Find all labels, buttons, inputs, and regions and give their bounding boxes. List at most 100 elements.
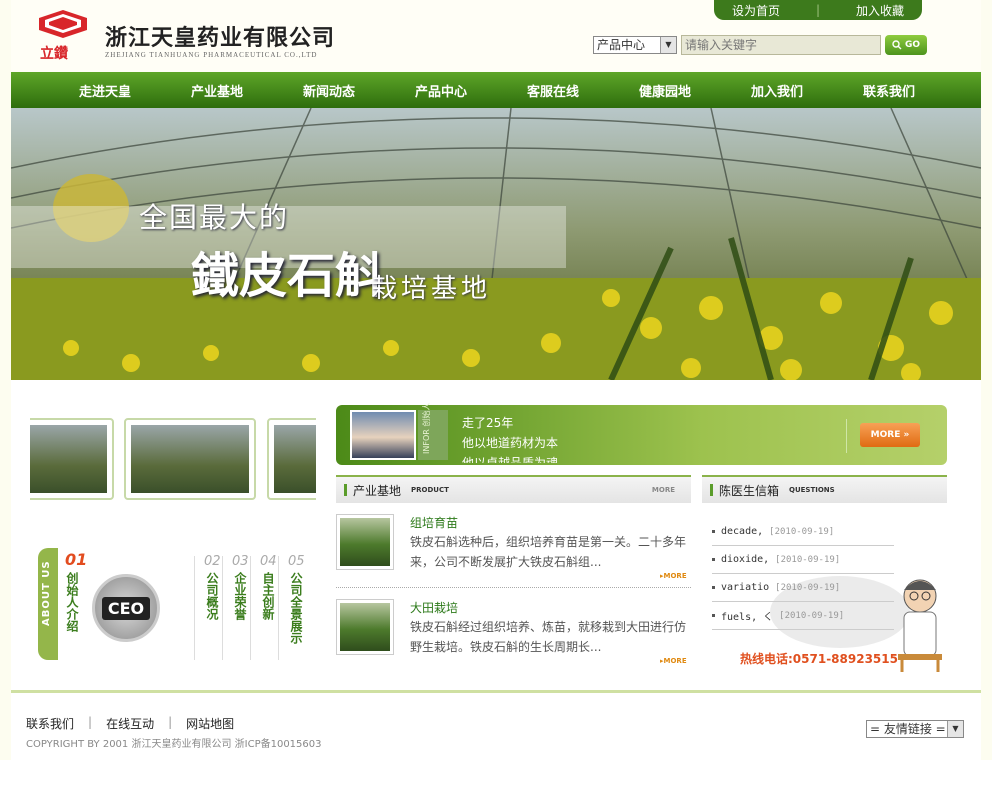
about-divider — [194, 556, 195, 660]
footer-contact-link[interactable]: 联系我们 — [26, 715, 74, 732]
nav-item-health[interactable]: 健康园地 — [609, 81, 721, 100]
footer-separator: | — [168, 715, 173, 729]
product-divider — [336, 587, 691, 588]
founder-more-button[interactable]: MORE » — [860, 423, 920, 447]
product-item: 组培育苗 铁皮石斛选种后，组织培养育苗是第一关。二十多年来，公司不断发展扩大铁皮… — [336, 514, 691, 584]
panorama-link[interactable]: 公司全景展示 — [288, 572, 305, 644]
footer-sitemap-link[interactable]: 网站地图 — [186, 715, 234, 732]
founder-line: 他以卓越品质为魂 — [462, 456, 559, 463]
question-date: [2010-09-19] — [779, 610, 845, 621]
about-us-tab-label: ABOUT US — [41, 560, 52, 626]
footer: 联系我们 | 在线互动 | 网站地图 COPYRIGHT BY 2001 浙江天… — [11, 690, 981, 760]
about-num-02: 02 — [204, 554, 221, 569]
top-links-separator: | — [815, 3, 821, 17]
about-num-05: 05 — [288, 554, 305, 569]
main-nav: 走进天皇 产业基地 新闻动态 产品中心 客服在线 健康园地 加入我们 联系我们 — [11, 72, 981, 108]
question-text: variatio — [721, 582, 770, 593]
double-chevron-right-icon: » — [903, 430, 910, 440]
question-date: [2010-09-19] — [775, 582, 841, 593]
question-item[interactable]: decade, [2010-09-19] — [712, 518, 894, 546]
header: 立鑽 浙江天皇药业有限公司 ZHEJIANG TIANHUANG PHARMAC… — [11, 0, 981, 72]
founder-more-label: MORE — [870, 430, 901, 440]
question-item[interactable]: variatio [2010-09-19] — [712, 574, 894, 602]
section-marker — [710, 484, 713, 496]
nav-item-products[interactable]: 产品中心 — [385, 81, 497, 100]
section-marker — [344, 484, 347, 496]
company-name-en: ZHEJIANG TIANHUANG PHARMACEUTICAL CO.,LT… — [105, 51, 318, 59]
doctor-section-title: 陈医生信箱 — [719, 483, 780, 498]
bullet-icon — [712, 558, 715, 561]
footer-links: 联系我们 | 在线互动 | 网站地图 — [26, 715, 234, 732]
question-item[interactable]: fuels, く [2010-09-19] — [712, 602, 894, 630]
nav-item-contact[interactable]: 联系我们 — [833, 81, 945, 100]
logo-icon[interactable]: 立鑽 — [35, 8, 91, 64]
search-go-button[interactable]: GO — [885, 35, 927, 55]
about-us-tab: ABOUT US — [38, 548, 58, 660]
logo-mark-text: 立鑽 — [40, 45, 68, 62]
company-name: 浙江天皇药业有限公司 — [105, 26, 336, 51]
gallery-photo[interactable] — [30, 418, 114, 500]
footer-interact-link[interactable]: 在线互动 — [106, 715, 154, 732]
nav-item-news[interactable]: 新闻动态 — [273, 81, 385, 100]
innovation-link[interactable]: 自主创新 — [260, 572, 277, 620]
bullet-icon — [712, 530, 715, 533]
friend-links-select[interactable]: = 友情链接 = ▼ — [866, 720, 964, 738]
product-more-link[interactable]: ▸MORE — [660, 657, 687, 665]
founder-text: 走了25年 他以地道药材为本 他以卓越品质为魂 — [462, 413, 558, 463]
ceo-label: CEO — [101, 596, 151, 620]
product-more-link[interactable]: ▸MORE — [660, 572, 687, 580]
banner-line3: 栽培基地 — [371, 274, 492, 304]
product-title[interactable]: 组培育苗 — [410, 514, 458, 531]
bullet-icon — [712, 614, 715, 617]
founder-intro-link[interactable]: 创始人介绍 — [64, 572, 81, 632]
gallery-photo[interactable] — [267, 418, 316, 500]
product-more-link[interactable]: MORE — [652, 486, 675, 494]
founder-line: 他以地道药材为本 — [462, 436, 559, 450]
about-num-03: 03 — [232, 554, 249, 569]
nav-item-about[interactable]: 走进天皇 — [49, 81, 161, 100]
product-thumbnail[interactable] — [336, 599, 394, 655]
about-divider — [222, 556, 223, 660]
about-divider — [278, 556, 279, 660]
copyright: COPYRIGHT BY 2001 浙江天皇药业有限公司 浙ICP备100156… — [26, 739, 322, 750]
product-title[interactable]: 大田栽培 — [410, 599, 458, 616]
doctor-section-header: 陈医生信箱 QUESTIONS — [702, 475, 947, 503]
nav-item-service[interactable]: 客服在线 — [497, 81, 609, 100]
product-thumbnail[interactable] — [336, 514, 394, 570]
nav-item-base[interactable]: 产业基地 — [161, 81, 273, 100]
honors-link[interactable]: 企业荣誉 — [232, 572, 249, 620]
page-bottom — [0, 760, 992, 794]
ceo-badge[interactable]: CEO — [92, 574, 160, 642]
gallery-photo[interactable] — [124, 418, 256, 500]
search-input[interactable]: 请输入关键字 — [681, 35, 881, 55]
footer-separator: | — [88, 715, 93, 729]
product-item: 大田栽培 铁皮石斛经过组织培养、炼苗，就移栽到大田进行仿野生栽培。铁皮石斛的生长… — [336, 599, 691, 669]
question-text: decade, — [721, 526, 764, 537]
company-overview-link[interactable]: 公司概况 — [204, 572, 221, 620]
nav-item-join[interactable]: 加入我们 — [721, 81, 833, 100]
hero-banner: 全国最大的 鐵皮石斛 栽培基地 — [11, 108, 981, 380]
add-favorite-link[interactable]: 加入收藏 — [856, 2, 904, 19]
about-us-panel: ABOUT US 01 创始人介绍 CEO 02 公司概况 03 企业荣誉 04… — [38, 548, 308, 660]
search-go-label: GO — [904, 40, 921, 50]
top-links: 设为首页 | 加入收藏 — [714, 0, 922, 20]
chevron-down-icon[interactable]: ▼ — [947, 721, 963, 737]
founder-photo[interactable] — [350, 410, 416, 460]
set-home-link[interactable]: 设为首页 — [732, 2, 780, 19]
question-date: [2010-09-19] — [775, 554, 841, 565]
question-text: fuels, く — [721, 612, 774, 623]
founder-label-text: INFOR 创始人 — [422, 402, 431, 454]
chevron-down-icon[interactable]: ▼ — [660, 37, 676, 53]
founder-divider — [846, 419, 847, 453]
friend-links-value: = 友情链接 = — [870, 722, 946, 736]
question-list: decade, [2010-09-19] dioxide, [2010-09-1… — [712, 518, 894, 630]
about-divider — [250, 556, 251, 660]
search-category-value: 产品中心 — [597, 38, 646, 52]
bullet-icon — [712, 586, 715, 589]
product-section-title: 产业基地 — [353, 483, 402, 498]
banner-line2: 鐵皮石斛 — [191, 248, 384, 304]
search-category-select[interactable]: 产品中心 ▼ — [593, 36, 677, 54]
question-item[interactable]: dioxide, [2010-09-19] — [712, 546, 894, 574]
founder-label: INFOR 创始人 — [418, 403, 448, 460]
question-date: [2010-09-19] — [769, 526, 835, 537]
